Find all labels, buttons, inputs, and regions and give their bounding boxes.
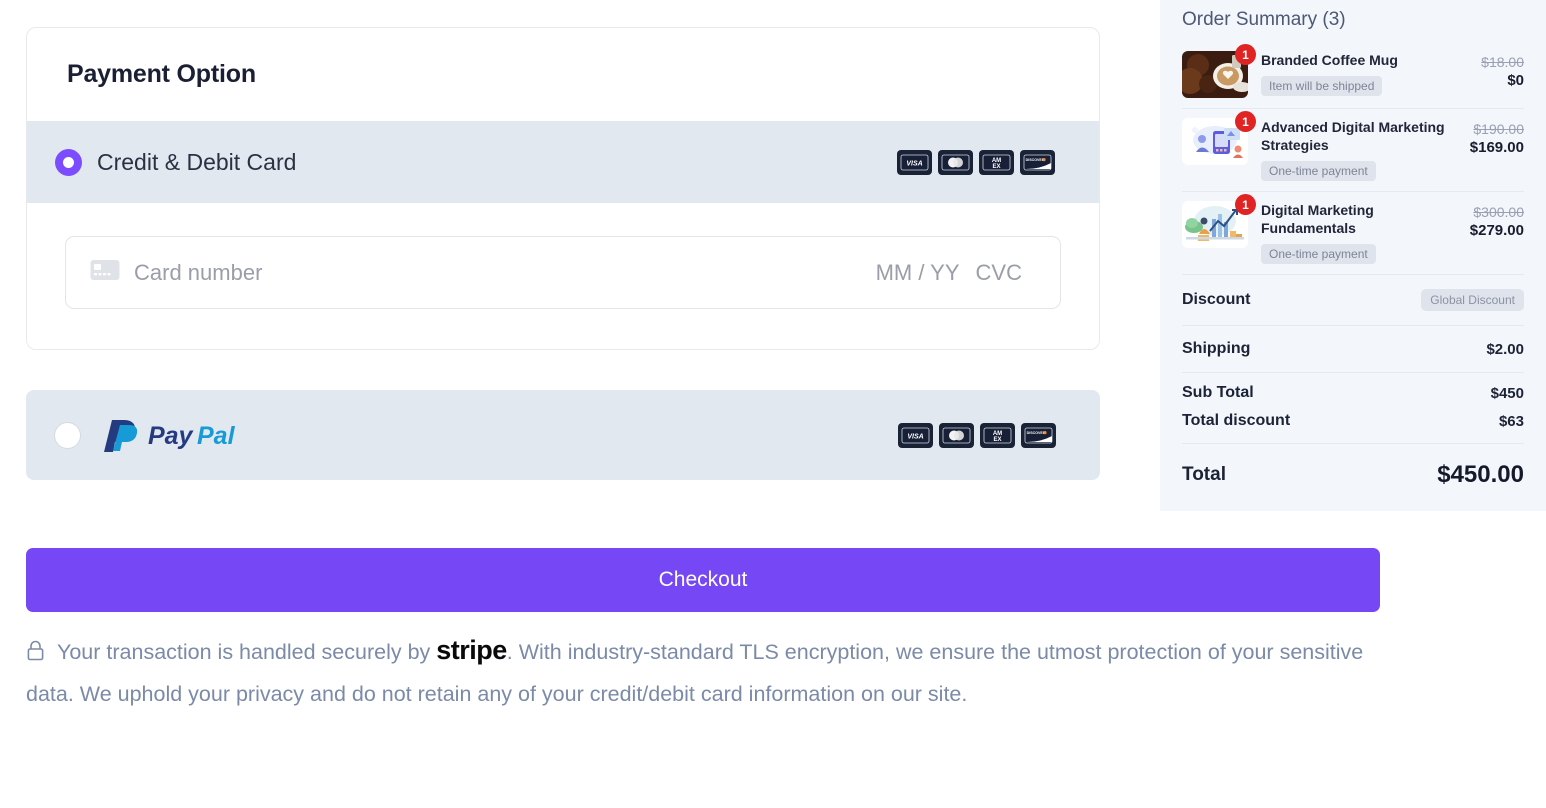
discover-icon: DISCOVER: [1021, 423, 1056, 448]
checkout-button[interactable]: Checkout: [26, 548, 1380, 612]
product-prices: $190.00 $169.00: [1462, 118, 1524, 181]
svg-text:VISA: VISA: [907, 433, 923, 440]
product-tag: Item will be shipped: [1261, 76, 1382, 96]
product-thumbnail-wrap: 1: [1182, 201, 1248, 264]
subtotal-value: $450: [1491, 385, 1524, 402]
total-row: Total $450.00: [1182, 444, 1524, 497]
total-value: $450.00: [1437, 461, 1524, 489]
list-item[interactable]: 1 Branded Coffee Mug Item will be shippe…: [1182, 42, 1524, 109]
lock-icon: [26, 642, 51, 666]
shipping-value: $2.00: [1486, 341, 1524, 358]
svg-text:EX: EX: [992, 164, 1000, 170]
list-item[interactable]: 1 Digital Marketing Fundamentals One-tim…: [1182, 192, 1524, 275]
product-prices: $300.00 $279.00: [1462, 201, 1524, 264]
card-number-input[interactable]: Card number MM / YY CVC: [65, 236, 1061, 309]
page-title: Payment Option: [67, 60, 256, 89]
stripe-wordmark: stripe: [436, 635, 507, 665]
quantity-badge: 1: [1235, 111, 1256, 132]
svg-text:VISA: VISA: [906, 160, 922, 167]
discount-label: Discount: [1182, 291, 1250, 309]
price-original: $300.00: [1462, 204, 1524, 220]
payment-option-card: Payment Option Credit & Debit Card VISA: [26, 27, 1100, 350]
product-thumbnail-wrap: 1: [1182, 51, 1248, 98]
total-discount-label: Total discount: [1182, 412, 1290, 430]
total-label: Total: [1182, 464, 1226, 486]
amex-icon: AM EX: [980, 423, 1015, 448]
radio-paypal[interactable]: [54, 422, 81, 449]
svg-text:Pal: Pal: [197, 422, 236, 450]
price-final: $169.00: [1462, 139, 1524, 156]
mastercard-icon: [939, 423, 974, 448]
status-badge: Global Discount: [1421, 289, 1524, 311]
card-form: Card number MM / YY CVC: [27, 203, 1099, 349]
price-final: $279.00: [1462, 222, 1524, 239]
total-discount-value: $63: [1499, 413, 1524, 430]
subtotal-row: Sub Total $450: [1182, 373, 1524, 407]
visa-icon: VISA: [898, 423, 933, 448]
paypal-logo-icon: Pay Pal: [100, 416, 260, 454]
card-brand-icons: VISA AM EX: [897, 150, 1055, 175]
credit-card-icon: [90, 259, 120, 286]
shipping-label: Shipping: [1182, 340, 1250, 358]
card-brand-icons-paypal: VISA AM EX: [898, 423, 1056, 448]
payment-option-header: Payment Option: [27, 28, 1099, 121]
shipping-row: Shipping $2.00: [1182, 326, 1524, 373]
discover-icon: DISCOVER: [1020, 150, 1055, 175]
mastercard-icon: [938, 150, 973, 175]
payment-column: Payment Option Credit & Debit Card VISA: [26, 0, 1100, 714]
visa-icon: VISA: [897, 150, 932, 175]
product-thumbnail-wrap: 1: [1182, 118, 1248, 181]
product-name: Advanced Digital Marketing Strategies: [1261, 118, 1449, 154]
radio-credit-card[interactable]: [55, 149, 82, 176]
payment-method-paypal[interactable]: Pay Pal VISA: [26, 390, 1100, 480]
order-summary-title: Order Summary (3): [1182, 0, 1524, 42]
card-expiry-placeholder[interactable]: MM / YY: [876, 260, 960, 286]
price-final: $0: [1462, 72, 1524, 89]
product-tag: One-time payment: [1261, 161, 1376, 181]
total-discount-row: Total discount $63: [1182, 407, 1524, 444]
price-original: $190.00: [1462, 121, 1524, 137]
list-item[interactable]: 1 Advanced Digital Marketing Strategies …: [1182, 109, 1524, 192]
svg-text:DISCOVER: DISCOVER: [1026, 158, 1045, 162]
checkout-page: Payment Option Credit & Debit Card VISA: [0, 0, 1546, 808]
card-cvc-placeholder[interactable]: CVC: [976, 260, 1022, 286]
payment-method-credit-card[interactable]: Credit & Debit Card VISA: [27, 121, 1099, 203]
amex-icon: AM EX: [979, 150, 1014, 175]
product-name: Digital Marketing Fundamentals: [1261, 201, 1449, 237]
product-prices: $18.00 $0: [1462, 51, 1524, 98]
svg-text:Pay: Pay: [148, 422, 194, 450]
security-note: Your transaction is handled securely by …: [26, 630, 1386, 714]
svg-text:DISCOVER: DISCOVER: [1027, 431, 1046, 435]
quantity-badge: 1: [1235, 194, 1256, 215]
card-number-placeholder: Card number: [134, 260, 262, 286]
product-name: Branded Coffee Mug: [1261, 51, 1449, 69]
discount-row: Discount Global Discount: [1182, 275, 1524, 326]
payment-method-label: Credit & Debit Card: [97, 149, 296, 176]
order-summary-panel: Order Summary (3): [1160, 0, 1546, 511]
security-text-before: Your transaction is handled securely by: [57, 640, 436, 664]
price-original: $18.00: [1462, 54, 1524, 70]
quantity-badge: 1: [1235, 44, 1256, 65]
subtotal-label: Sub Total: [1182, 384, 1254, 402]
svg-text:EX: EX: [993, 437, 1001, 443]
product-tag: One-time payment: [1261, 244, 1376, 264]
